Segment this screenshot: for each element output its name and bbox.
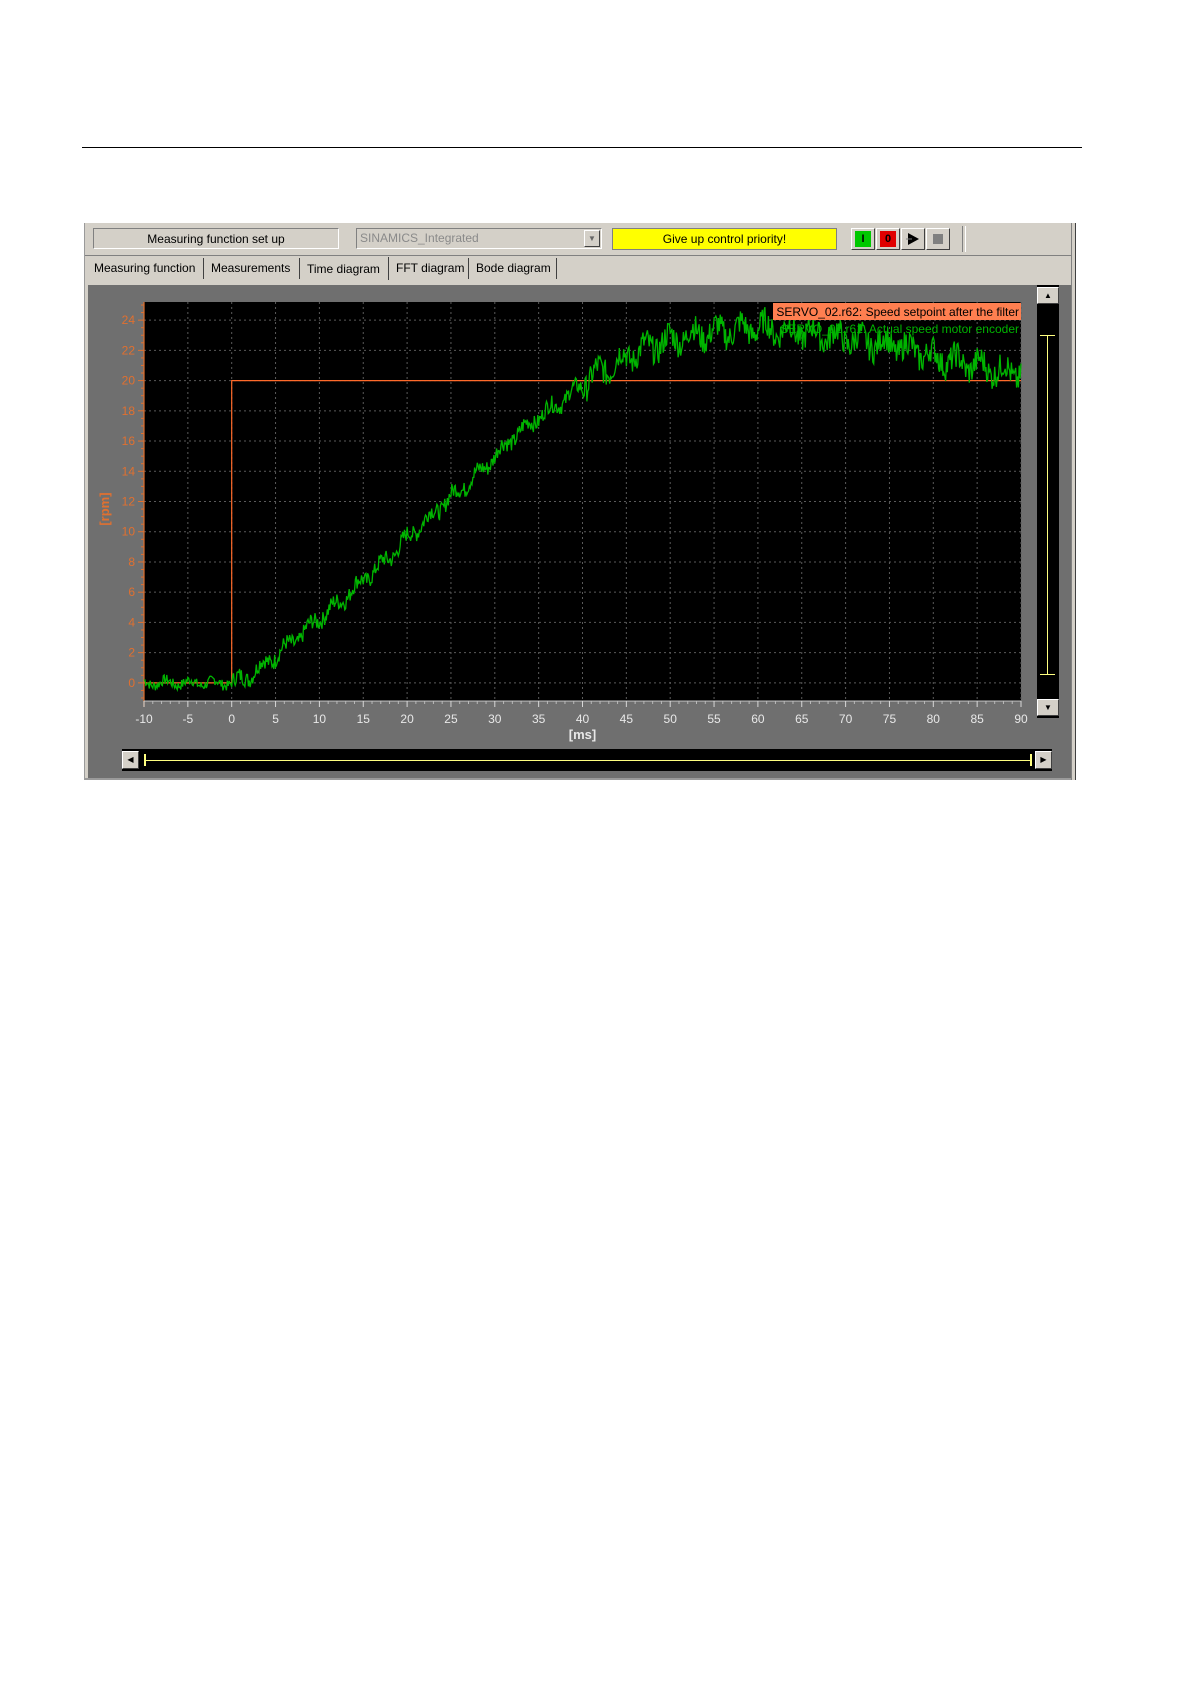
x-axis-label: [ms] <box>569 727 596 742</box>
y-tick-label: 24 <box>122 313 136 327</box>
switch-off-button[interactable]: 0 <box>876 228 900 250</box>
x-tick-label: 45 <box>620 712 634 726</box>
on-label: I <box>855 231 871 247</box>
x-tick-label: 25 <box>444 712 458 726</box>
measuring-function-setup-label: Measuring function set up <box>93 228 339 249</box>
start-measurement-button[interactable] <box>901 228 925 250</box>
x-tick-label: 65 <box>795 712 809 726</box>
x-tick-label: 85 <box>970 712 984 726</box>
y-axis-label: [rpm] <box>97 492 112 525</box>
y-tick-label: 8 <box>128 555 135 569</box>
y-tick-label: 10 <box>122 525 136 539</box>
scroll-right-arrow-icon[interactable]: ▶ <box>1035 751 1052 769</box>
scroll-up-arrow-icon[interactable]: ▲ <box>1037 287 1059 304</box>
tab-measurements[interactable]: Measurements <box>204 258 300 279</box>
tab-fft-diagram[interactable]: FFT diagram <box>389 258 469 279</box>
y-tick-label: 20 <box>122 374 136 388</box>
device-select[interactable]: SINAMICS_Integrated ▼ <box>356 228 602 249</box>
y-tick-label: 2 <box>128 646 135 660</box>
off-label: 0 <box>880 231 896 247</box>
time-diagram-chart: 024681012141618202224-10 -5 0 5 10 15 20 25 30 35… <box>97 302 1028 742</box>
time-diagram-panel: 0 2 4 6 8 10 12 14 16 18 20 22 24 -10 -5 0 5 10 15 20 25 30 35… <box>88 285 1072 778</box>
y-tick-label: 4 <box>128 615 135 629</box>
stop-icon <box>933 234 943 244</box>
x-tick-label: 70 <box>839 712 853 726</box>
trace-window: Measuring function set up SINAMICS_Integ… <box>84 223 1076 780</box>
y-tick-label: 12 <box>122 495 136 509</box>
x-tick-label: -5 <box>183 712 194 726</box>
x-tick-label: 15 <box>357 712 371 726</box>
x-tick-label: 0 <box>228 712 235 726</box>
y-tick-label: 22 <box>122 343 136 357</box>
x-tick-label: 50 <box>664 712 678 726</box>
scroll-left-arrow-icon[interactable]: ◀ <box>122 751 139 769</box>
x-tick-label: 40 <box>576 712 590 726</box>
y-tick-label: 18 <box>122 404 136 418</box>
horizontal-zoom-thumb-line <box>144 760 1032 761</box>
vertical-zoom-thumb-line <box>1047 335 1048 675</box>
give-up-control-priority-button[interactable]: Give up control priority! <box>612 228 837 250</box>
y-tick-label: 0 <box>128 676 135 690</box>
x-tick-label: 75 <box>883 712 897 726</box>
x-tick-label: 55 <box>707 712 721 726</box>
x-tick-label: -10 <box>135 712 153 726</box>
x-tick-label: 30 <box>488 712 502 726</box>
y-tick-label: 14 <box>122 464 136 478</box>
x-tick-label: 10 <box>313 712 327 726</box>
tab-bode-diagram[interactable]: Bode diagram <box>469 258 557 279</box>
legend-entry-1: SERVO_02.r62: Speed setpoint after the f… <box>776 305 1019 319</box>
page-header-rule <box>82 147 1082 148</box>
x-tick-label: 20 <box>400 712 414 726</box>
x-tick-label: 35 <box>532 712 546 726</box>
y-tick-label: 6 <box>128 585 135 599</box>
tab-measuring-function[interactable]: Measuring function <box>87 258 204 279</box>
device-select-value: SINAMICS_Integrated <box>360 231 479 245</box>
toolbar: Measuring function set up SINAMICS_Integ… <box>85 223 1071 256</box>
legend-entry-2: SERVO_02.r61: Actual speed motor encoder <box>780 322 1019 336</box>
x-tick-label: 90 <box>1014 712 1028 726</box>
tab-time-diagram[interactable]: Time diagram <box>300 257 389 280</box>
stop-measurement-button[interactable] <box>926 228 950 250</box>
play-icon <box>906 233 919 245</box>
x-tick-label: 5 <box>272 712 279 726</box>
y-tick-label: 16 <box>122 434 136 448</box>
chevron-down-icon[interactable]: ▼ <box>584 230 600 247</box>
x-tick-label: 60 <box>751 712 765 726</box>
scroll-down-arrow-icon[interactable]: ▼ <box>1037 699 1059 716</box>
x-tick-label: 80 <box>927 712 941 726</box>
window-right-edge <box>1071 223 1076 780</box>
toolbar-separator <box>962 226 966 252</box>
switch-on-button[interactable]: I <box>851 228 875 250</box>
